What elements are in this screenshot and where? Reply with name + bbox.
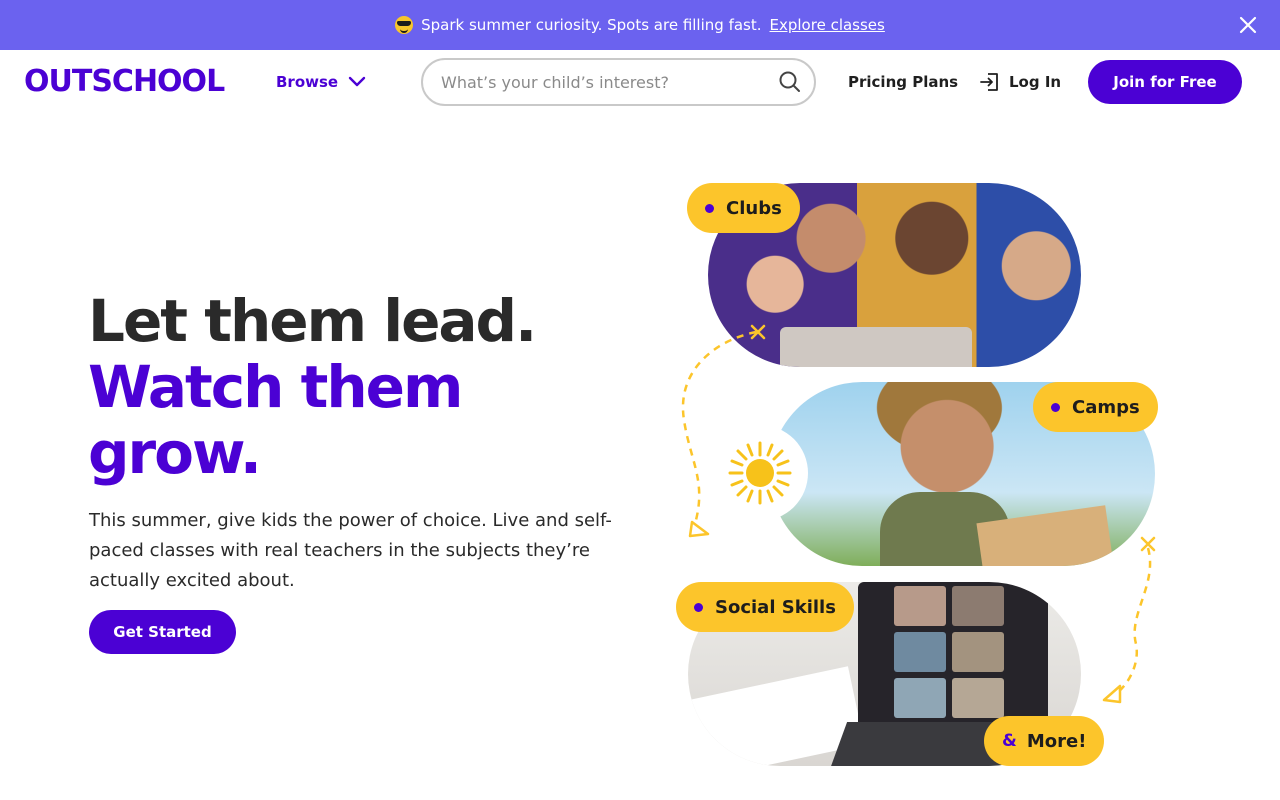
bullet-dot [705,203,714,213]
browse-label: Browse [276,73,339,91]
browse-menu[interactable]: Browse [276,70,366,94]
video-tile [952,678,1004,718]
login-link[interactable]: Log In [979,70,1061,94]
video-tile [894,632,946,672]
camps-tag-label: Camps [1072,396,1140,418]
dashed-path-decoration [1102,536,1156,704]
video-call-screen [858,582,1048,732]
explore-classes-link[interactable]: Explore classes [770,16,885,34]
hero-headline: Let them lead. Watch them grow. [88,288,668,486]
search-icon[interactable] [778,70,802,94]
social-skills-tag: Social Skills [676,582,854,632]
search-input[interactable] [441,72,778,92]
login-label: Log In [1009,73,1062,91]
camps-tag: Camps [1033,382,1158,432]
more-tag: & More! [984,716,1105,766]
video-tile [952,586,1004,626]
clubs-tag-label: Clubs [726,197,782,219]
site-header: OUTSCHOOL Browse Pricing Plans Log In Jo… [0,50,1280,114]
banner-text: Spark summer curiosity. Spots are fillin… [421,16,762,34]
sunglasses-emoji-icon [395,16,414,34]
video-tile [952,632,1004,672]
video-tile [894,678,946,718]
dashed-path-decoration [681,324,766,538]
search-bar [421,58,816,106]
join-for-free-button[interactable]: Join for Free [1088,60,1242,104]
video-tile [894,586,946,626]
pricing-plans-link[interactable]: Pricing Plans [848,70,958,94]
close-icon[interactable] [1238,15,1258,35]
announcement-banner: Spark summer curiosity. Spots are fillin… [0,0,1280,50]
headline-line-2: Watch them [88,353,463,421]
get-started-button[interactable]: Get Started [89,610,236,654]
laptop-shape [780,327,972,367]
bullet-dot [1051,402,1060,412]
hero-subtitle: This summer, give kids the power of choi… [89,510,612,591]
outschool-logo[interactable]: OUTSCHOOL [24,64,225,100]
headline-line-3: grow. [88,419,262,487]
clubs-tag: Clubs [687,183,800,233]
bullet-dot [694,602,703,612]
ampersand-mark: & [1002,731,1017,751]
social-skills-tag-label: Social Skills [715,596,836,618]
login-icon [980,73,998,91]
headline-line-1: Let them lead. [88,287,537,355]
chevron-down-icon [348,76,366,87]
more-tag-label: More! [1026,730,1087,752]
